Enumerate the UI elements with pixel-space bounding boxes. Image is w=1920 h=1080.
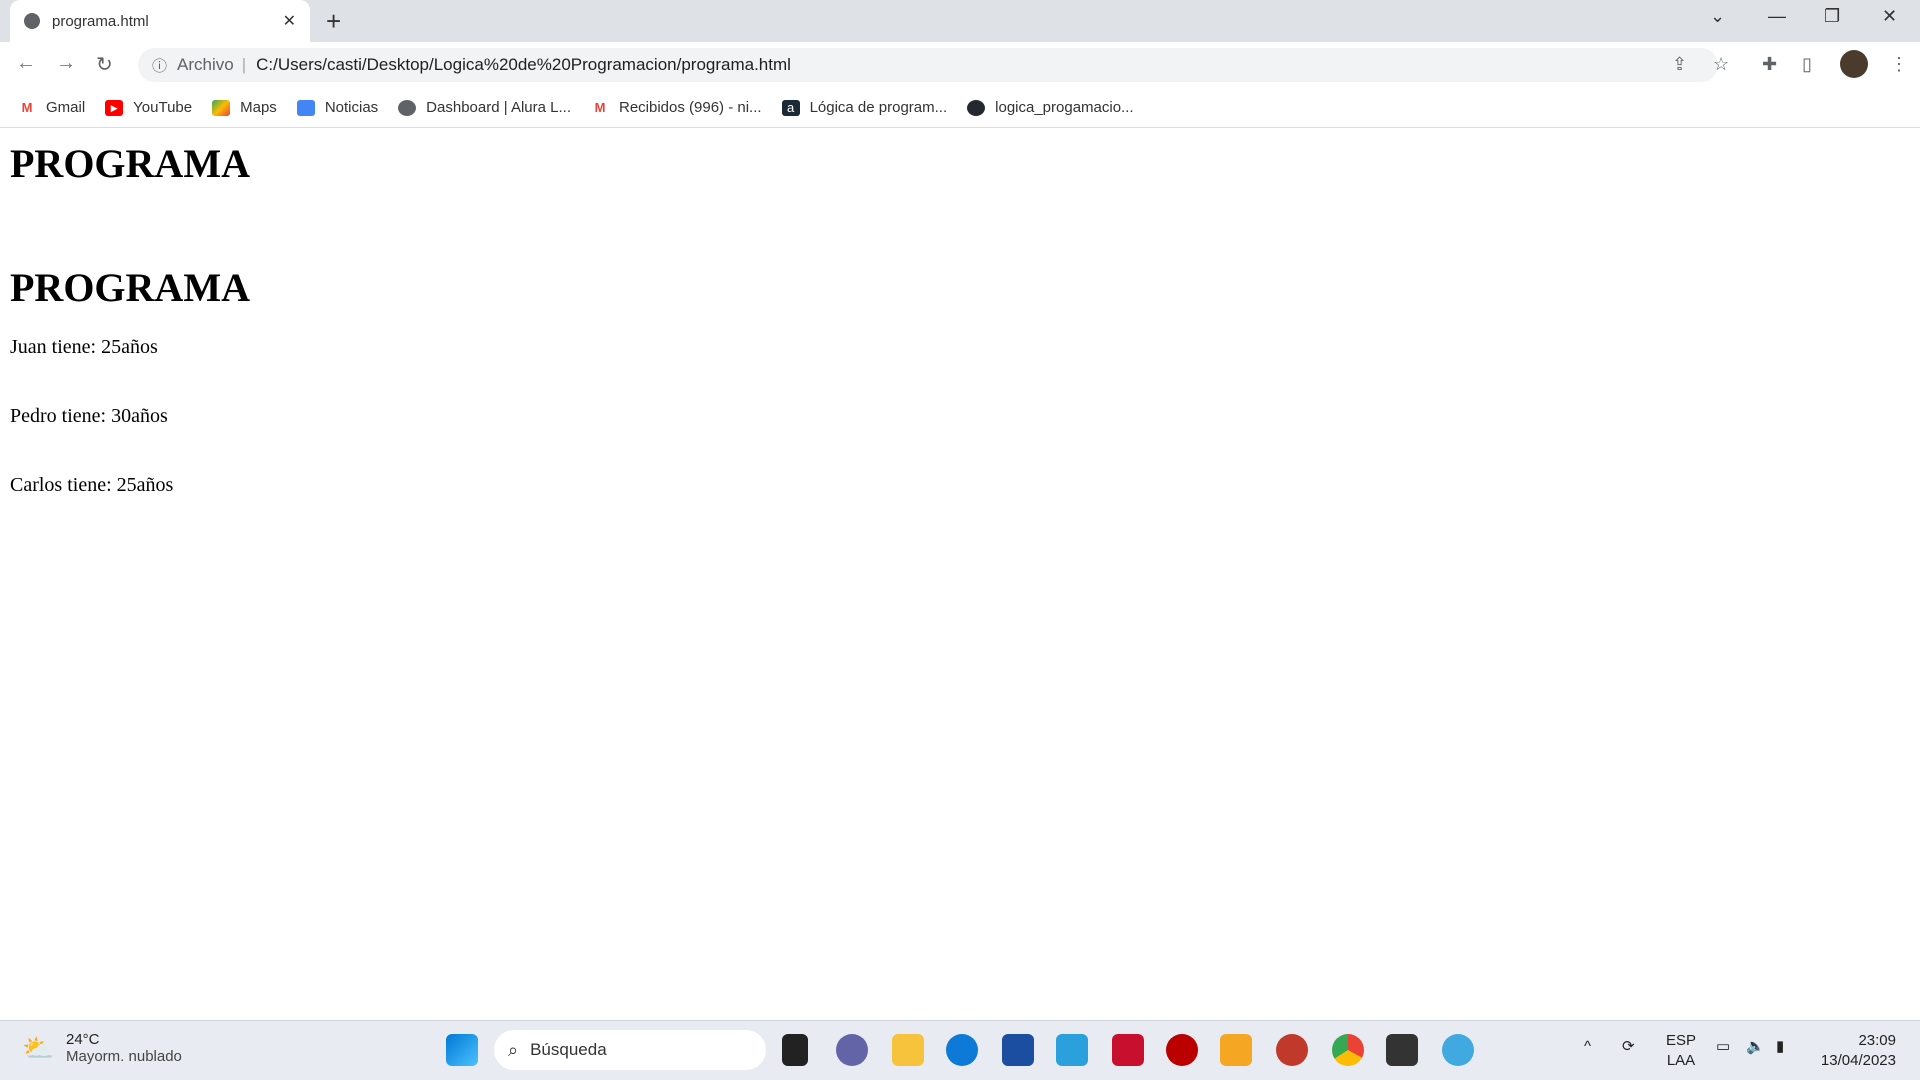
clock[interactable]: 23:09 13/04/2023 bbox=[1816, 1031, 1896, 1071]
globe-app-icon[interactable] bbox=[1442, 1034, 1474, 1066]
bookmark-star-icon[interactable]: ☆ bbox=[1713, 54, 1729, 75]
battery-icon[interactable]: ▮ bbox=[1776, 1037, 1784, 1057]
maps-icon bbox=[212, 99, 231, 116]
temperature: 24°C bbox=[66, 1031, 100, 1048]
text-line: Juan tiene: 25años bbox=[10, 336, 158, 358]
gmail-icon: M bbox=[21, 99, 33, 115]
store-icon[interactable] bbox=[1002, 1034, 1034, 1066]
minimize-button[interactable]: — bbox=[1768, 6, 1786, 27]
address-bar[interactable]: ⓘ Archivo | C:/Users/casti/Desktop/Logic… bbox=[138, 48, 1718, 82]
bookmark-dashboard[interactable]: Dashboard | Alura L... bbox=[398, 99, 571, 116]
bookmark-gmail[interactable]: M Gmail bbox=[18, 99, 86, 116]
toolbar: ← → ↻ ⓘ Archivo | C:/Users/casti/Desktop… bbox=[0, 42, 1920, 88]
bookmark-label: Dashboard | Alura L... bbox=[426, 99, 571, 116]
restore-button[interactable]: ❐ bbox=[1824, 6, 1840, 27]
url-text[interactable]: C:/Users/casti/Desktop/Logica%20de%20Pro… bbox=[256, 55, 791, 75]
language-indicator[interactable]: ESP LAA bbox=[1666, 1031, 1696, 1071]
time: 23:09 bbox=[1858, 1032, 1896, 1049]
chrome-icon[interactable] bbox=[1332, 1034, 1364, 1066]
bookmark-label: Noticias bbox=[324, 99, 379, 116]
chat-icon[interactable] bbox=[836, 1034, 868, 1066]
bookmark-label: Gmail bbox=[46, 99, 86, 116]
search-placeholder: Búsqueda bbox=[530, 1040, 607, 1059]
cloud-sun-icon: ⛅ bbox=[22, 1033, 55, 1063]
show-hidden-icons[interactable]: ^ bbox=[1584, 1037, 1591, 1057]
info-icon[interactable]: ⓘ bbox=[152, 55, 167, 76]
bookmark-recibidos[interactable]: M Recibidos (996) - ni... bbox=[591, 99, 762, 116]
github-icon bbox=[967, 99, 986, 116]
youtube-icon: ▶ bbox=[105, 99, 124, 116]
tab-title: programa.html bbox=[52, 12, 149, 30]
volume-icon[interactable]: 🔈 bbox=[1746, 1037, 1765, 1057]
globe-icon bbox=[398, 99, 417, 116]
weather-text: Mayorm. nublado bbox=[66, 1048, 182, 1065]
close-tab-icon[interactable]: ✕ bbox=[283, 11, 296, 31]
search-icon: ⌕ bbox=[508, 1039, 519, 1060]
lang-bottom: LAA bbox=[1666, 1052, 1696, 1069]
new-tab-button[interactable]: + bbox=[326, 6, 341, 37]
share-icon[interactable]: ⇪ bbox=[1672, 54, 1687, 75]
network-icon[interactable]: ▭ bbox=[1716, 1037, 1730, 1057]
bookmark-youtube[interactable]: ▶ YouTube bbox=[105, 99, 192, 116]
close-window-button[interactable]: ✕ bbox=[1882, 6, 1897, 27]
security-label: Archivo bbox=[177, 55, 234, 74]
globe-icon bbox=[24, 13, 40, 29]
divider: | bbox=[241, 55, 247, 74]
lang-top: ESP bbox=[1666, 1032, 1697, 1049]
text-line: Carlos tiene: 25años bbox=[10, 474, 174, 496]
windows-start-icon[interactable] bbox=[446, 1034, 478, 1066]
weather-widget[interactable]: ⛅ 24°C Mayorm. nublado bbox=[22, 1031, 182, 1065]
news-icon bbox=[296, 99, 315, 116]
sync-icon[interactable]: ⟳ bbox=[1622, 1037, 1635, 1057]
page-heading-2: PROGRAMA bbox=[10, 265, 250, 310]
search-box[interactable]: ⌕ Búsqueda bbox=[494, 1030, 766, 1070]
menu-icon[interactable]: ⋮ bbox=[1890, 54, 1908, 75]
bookmark-logica[interactable]: a Lógica de program... bbox=[781, 99, 948, 116]
text-line: Pedro tiene: 30años bbox=[10, 405, 168, 427]
red-app-icon[interactable] bbox=[1166, 1034, 1198, 1066]
sublime-icon[interactable] bbox=[1386, 1034, 1418, 1066]
page-heading: PROGRAMA bbox=[10, 141, 250, 186]
media-player-icon[interactable] bbox=[1220, 1034, 1252, 1066]
bookmark-noticias[interactable]: Noticias bbox=[296, 99, 379, 116]
tab-strip: programa.html ✕ + ⌄ — ❐ ✕ bbox=[0, 0, 1920, 42]
side-panel-icon[interactable]: ▯ bbox=[1802, 54, 1812, 75]
bookmark-github[interactable]: logica_progamacio... bbox=[967, 99, 1134, 116]
bookmark-label: Lógica de program... bbox=[809, 99, 948, 116]
date: 13/04/2023 bbox=[1820, 1052, 1896, 1069]
l-app-icon[interactable] bbox=[1056, 1034, 1088, 1066]
game-icon[interactable] bbox=[1276, 1034, 1308, 1066]
extensions-icon[interactable]: ✚ bbox=[1762, 54, 1777, 75]
bookmarks-bar: M Gmail ▶ YouTube Maps Noticias Dashboard … bbox=[0, 88, 1920, 128]
mcafee-icon[interactable] bbox=[1112, 1034, 1144, 1066]
bookmark-maps[interactable]: Maps bbox=[212, 99, 277, 116]
bookmark-label: Recibidos (996) - ni... bbox=[619, 99, 762, 116]
forward-button[interactable]: → bbox=[56, 52, 76, 75]
file-explorer-icon[interactable] bbox=[892, 1034, 924, 1066]
task-view-icon[interactable] bbox=[782, 1034, 808, 1066]
profile-avatar[interactable] bbox=[1840, 50, 1868, 78]
bookmark-label: logica_progamacio... bbox=[995, 99, 1134, 116]
tab-programa[interactable]: programa.html ✕ bbox=[10, 0, 310, 42]
alura-icon: a bbox=[781, 99, 800, 116]
bookmark-label: Maps bbox=[240, 99, 277, 116]
edge-icon[interactable] bbox=[946, 1034, 978, 1066]
reload-button[interactable]: ↻ bbox=[96, 52, 113, 77]
back-button[interactable]: ← bbox=[16, 52, 36, 75]
taskbar: ⛅ 24°C Mayorm. nublado ⌕ Búsqueda ^ ⟳ ESP L… bbox=[0, 1020, 1920, 1080]
tab-search-icon[interactable]: ⌄ bbox=[1710, 6, 1725, 27]
bookmark-label: YouTube bbox=[133, 99, 193, 116]
gmail-icon: M bbox=[594, 99, 606, 115]
